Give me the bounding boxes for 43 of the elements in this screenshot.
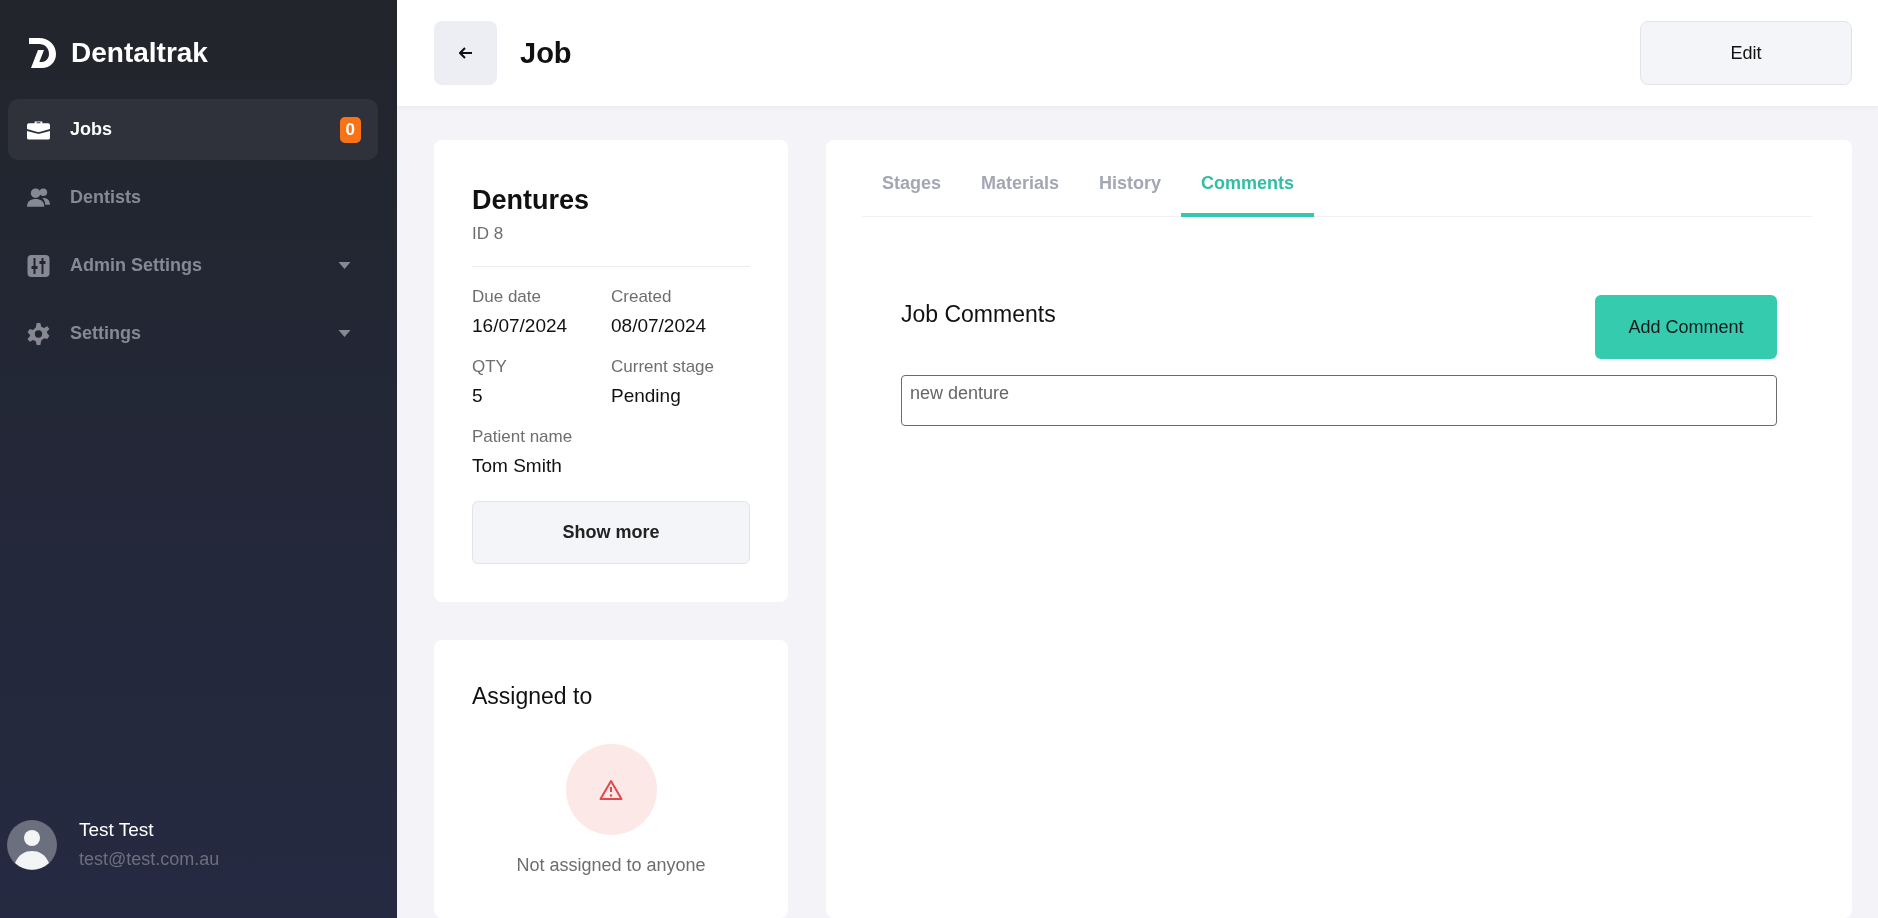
tab[interactable]: Comments (1181, 163, 1315, 217)
field-label: Due date (472, 287, 542, 307)
caret-icon (338, 330, 351, 337)
tab[interactable]: History (1079, 163, 1182, 217)
count-badge: 0 (339, 116, 361, 143)
section-title: Job Comments (901, 301, 1056, 328)
edit-button[interactable]: Edit (1640, 21, 1852, 85)
app-name: Dentaltrak (71, 36, 208, 69)
empty-message: Not assigned to anyone (516, 855, 706, 876)
field-value: 08/07/2024 (611, 315, 708, 337)
field-value: 16/07/2024 (472, 315, 569, 337)
add-comment-button[interactable]: Add Comment (1595, 295, 1777, 359)
sidebar-item[interactable]: Jobs 0 (8, 99, 378, 160)
field-value: 5 (472, 385, 484, 407)
card-title: Assigned to (472, 683, 593, 710)
settings-icon (27, 322, 50, 345)
field-label: Created (611, 287, 673, 307)
field-label: Patient name (472, 427, 574, 447)
field-label: Current stage (611, 357, 715, 377)
back-arrow-icon (458, 47, 473, 59)
logo-icon (27, 35, 57, 70)
tab[interactable]: Materials (961, 163, 1080, 217)
field-label: QTY (472, 357, 508, 377)
field-value: Tom Smith (472, 455, 563, 477)
job-id: ID 8 (472, 224, 505, 244)
caret-icon (338, 262, 351, 269)
sliders-icon (27, 254, 50, 277)
briefcase-icon (27, 118, 50, 141)
show-more-button[interactable]: Show more (472, 501, 750, 564)
sidebar-item[interactable]: Dentists (8, 167, 378, 228)
warning-icon (599, 778, 623, 801)
users-icon (27, 186, 50, 209)
job-title: Dentures (472, 185, 591, 216)
tab[interactable]: Stages (862, 163, 962, 217)
user-name: Test Test (79, 819, 155, 841)
page-title: Job (520, 36, 573, 70)
sidebar-item[interactable]: Settings (8, 303, 378, 364)
sidebar-item[interactable]: Admin Settings (8, 235, 378, 296)
field-value: Pending (611, 385, 682, 407)
avatar-icon (7, 819, 57, 870)
user-email: test@test.com.au (79, 849, 220, 870)
comment-field[interactable]: new denture (901, 375, 1777, 426)
back-button[interactable] (434, 21, 497, 85)
